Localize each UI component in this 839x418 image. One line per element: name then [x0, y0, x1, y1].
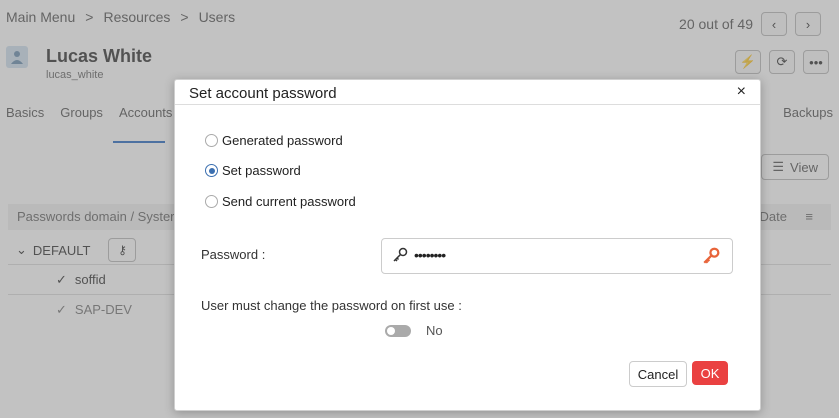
- option-send-current-password[interactable]: Send current password: [205, 194, 356, 209]
- radio-set-password[interactable]: [205, 164, 218, 177]
- must-change-toggle[interactable]: [385, 325, 411, 337]
- close-icon[interactable]: ×: [737, 83, 746, 101]
- password-field[interactable]: ••••••••: [381, 238, 733, 274]
- option-label: Set password: [222, 163, 301, 178]
- dialog-divider: [175, 104, 760, 105]
- ok-button[interactable]: OK: [692, 361, 728, 385]
- password-label: Password :: [201, 247, 266, 262]
- radio-send-current[interactable]: [205, 195, 218, 208]
- option-generated-password[interactable]: Generated password: [205, 133, 343, 148]
- set-password-dialog: Set account password × Generated passwor…: [174, 79, 761, 411]
- option-label: Send current password: [222, 194, 356, 209]
- must-change-label: User must change the password on first u…: [201, 298, 462, 313]
- radio-generated[interactable]: [205, 134, 218, 147]
- generate-key-icon[interactable]: [702, 247, 720, 270]
- option-label: Generated password: [222, 133, 343, 148]
- option-set-password[interactable]: Set password: [205, 163, 301, 178]
- dialog-title: Set account password: [189, 85, 337, 102]
- key-icon: [392, 247, 408, 268]
- toggle-value: No: [426, 323, 443, 338]
- cancel-button[interactable]: Cancel: [629, 361, 687, 387]
- password-value: ••••••••: [414, 247, 446, 263]
